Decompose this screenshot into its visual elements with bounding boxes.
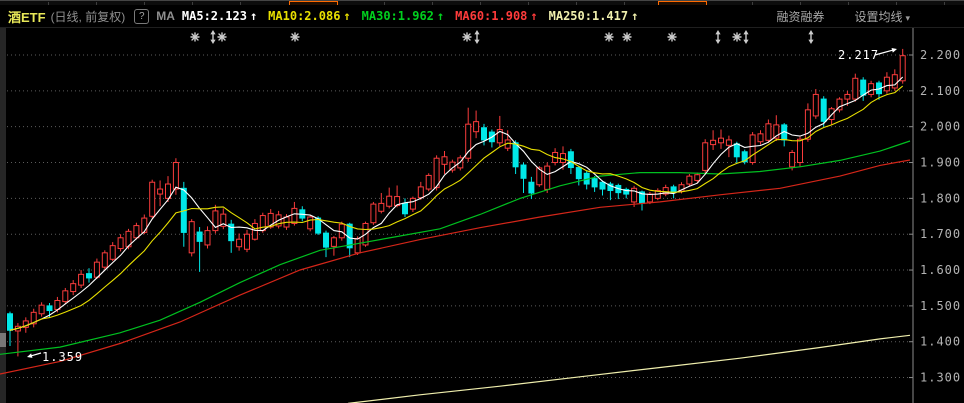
event-star-icon[interactable]	[217, 32, 227, 42]
event-updown-arrow-icon[interactable]	[715, 30, 721, 44]
header-links: 融资融券 设置均线 ▾	[776, 8, 964, 25]
ma-legend-item: MA5:2.123 ↑	[181, 9, 258, 23]
chart-header: 酒ETF (日线, 前复权) ? MA MA5:2.123 ↑ MA10:2.086…	[0, 5, 964, 28]
ma-legend: MA5:2.123 ↑ MA10:2.086 ↑ MA30:1.962 ↑ MA60:1.9…	[182, 9, 649, 23]
y-axis-label: 2.200	[920, 48, 961, 62]
ma-prefix-label: MA	[156, 9, 175, 23]
y-axis-label: 1.900	[920, 156, 961, 170]
ma-line-ma30	[0, 140, 911, 355]
trend-up-arrow-icon: ↑	[631, 9, 639, 23]
symbol-name: 酒ETF	[8, 9, 46, 25]
event-star-icon[interactable]	[190, 32, 200, 42]
event-star-icon[interactable]	[604, 32, 614, 42]
event-star-icon[interactable]	[290, 32, 300, 42]
header-link-ma-settings[interactable]: 设置均线 ▾	[854, 8, 910, 25]
annotation-arrowhead	[27, 353, 33, 358]
event-star-icon[interactable]	[667, 32, 677, 42]
event-updown-arrow-icon[interactable]	[210, 30, 216, 44]
price-annotation: 1.359	[42, 350, 83, 364]
ma-legend-item: MA30:1.962 ↑	[361, 9, 445, 23]
y-axis-label: 1.700	[920, 227, 961, 241]
event-updown-arrow-icon[interactable]	[743, 30, 749, 44]
y-axis-label: 2.000	[920, 120, 961, 134]
y-axis-label: 1.300	[920, 371, 961, 385]
y-axis-label: 1.600	[920, 263, 961, 277]
y-axis-label: 1.800	[920, 191, 961, 205]
header-link-margin-trading[interactable]: 融资融券	[776, 8, 824, 25]
event-star-icon[interactable]	[622, 32, 632, 42]
help-icon[interactable]: ?	[134, 8, 150, 24]
event-updown-arrow-icon[interactable]	[808, 30, 814, 44]
event-star-icon[interactable]	[732, 32, 742, 42]
candlestick-chart[interactable]: 2.200 2.100 2.000 1.900 1.800 1.700 1.600 1.500…	[0, 28, 964, 403]
event-updown-arrow-icon[interactable]	[474, 30, 480, 44]
y-axis-label: 2.100	[920, 84, 961, 98]
ma-line-ma250	[347, 334, 911, 403]
chart-mode-label: (日线, 前复权)	[50, 9, 126, 24]
trading-app-window: { "top_strip": { "divider_xs": [48, 96, …	[0, 0, 964, 403]
trend-up-arrow-icon: ↑	[530, 9, 538, 23]
ma-legend-item: MA10:2.086 ↑	[268, 9, 351, 23]
price-annotation: 2.217	[838, 48, 879, 62]
y-axis-label: 1.500	[920, 299, 961, 313]
trend-up-arrow-icon: ↑	[343, 9, 351, 23]
y-axis-label: 1.400	[920, 335, 961, 349]
trend-up-arrow-icon: ↑	[436, 9, 445, 23]
event-star-icon[interactable]	[462, 32, 472, 42]
annotation-arrowhead	[891, 48, 897, 53]
ma-legend-item: MA250:1.417 ↑	[548, 9, 639, 23]
ma-legend-item: MA60:1.908 ↑	[455, 9, 538, 23]
chevron-down-icon: ▾	[905, 12, 910, 23]
scrollbar-thumb[interactable]	[0, 333, 6, 347]
annotation-arrow	[30, 352, 42, 357]
candles	[7, 48, 906, 357]
ma-line-ma5	[9, 76, 904, 331]
trend-up-arrow-icon: ↑	[249, 9, 258, 23]
